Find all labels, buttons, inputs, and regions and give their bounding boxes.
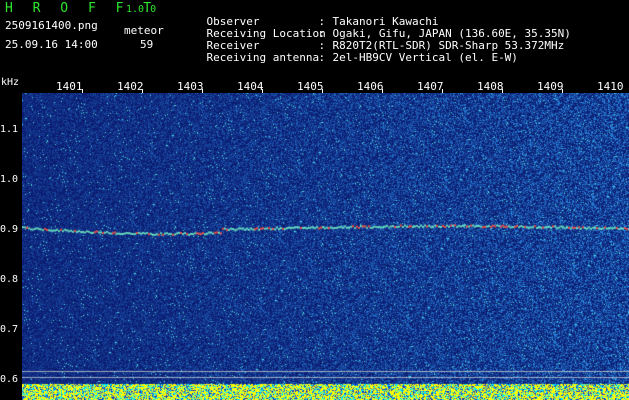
frequency-tick-label: 0.6 bbox=[0, 374, 19, 385]
time-tick-label: 1403 bbox=[177, 80, 204, 93]
date-time: 25.09.16 14:00 bbox=[5, 38, 98, 51]
info-value: 2el-HB9CV Vertical (el. E-W) bbox=[332, 51, 518, 64]
info-label: Receiving antenna bbox=[206, 51, 320, 64]
frequency-tick-label: 0.9 bbox=[0, 224, 19, 235]
frequency-axis: kHz 1.1 1.0 0.9 0.8 0.7 0.6 bbox=[0, 77, 22, 400]
app-version: 1.0.0 bbox=[126, 4, 157, 15]
meteor-label: meteor bbox=[124, 24, 164, 37]
waterfall-spectrogram bbox=[22, 93, 629, 400]
time-tick-label: 1405 bbox=[297, 80, 324, 93]
time-tick-label: 1409 bbox=[537, 80, 564, 93]
time-tick-label: 1401 bbox=[56, 80, 83, 93]
spectrogram-canvas bbox=[22, 93, 629, 400]
frequency-tick-label: 1.0 bbox=[0, 174, 19, 185]
frequency-tick-label: 0.8 bbox=[0, 274, 19, 285]
time-tick-label: 1408 bbox=[477, 80, 504, 93]
time-axis: 1401 1402 1403 1404 1405 1406 1407 1408 … bbox=[0, 77, 629, 94]
info-separator: : bbox=[318, 51, 326, 64]
time-tick-label: 1406 bbox=[357, 80, 384, 93]
meteor-count: 59 bbox=[140, 38, 154, 51]
file-name: 2509161400.png bbox=[5, 19, 98, 32]
header-panel: H R O F F T 1.0.0 2509161400.png 25.09.1… bbox=[0, 0, 629, 77]
frequency-unit: kHz bbox=[1, 77, 20, 88]
time-tick-label: 1402 bbox=[117, 80, 144, 93]
frequency-tick-label: 0.7 bbox=[0, 324, 19, 335]
frequency-tick-label: 1.1 bbox=[0, 124, 19, 135]
info-row-antenna: Receiving antenna: 2el-HB9CV Vertical (el… bbox=[180, 40, 518, 76]
time-tick-label: 1407 bbox=[417, 80, 444, 93]
time-tick-label: 1410 bbox=[597, 80, 624, 93]
time-tick-label: 1404 bbox=[237, 80, 264, 93]
